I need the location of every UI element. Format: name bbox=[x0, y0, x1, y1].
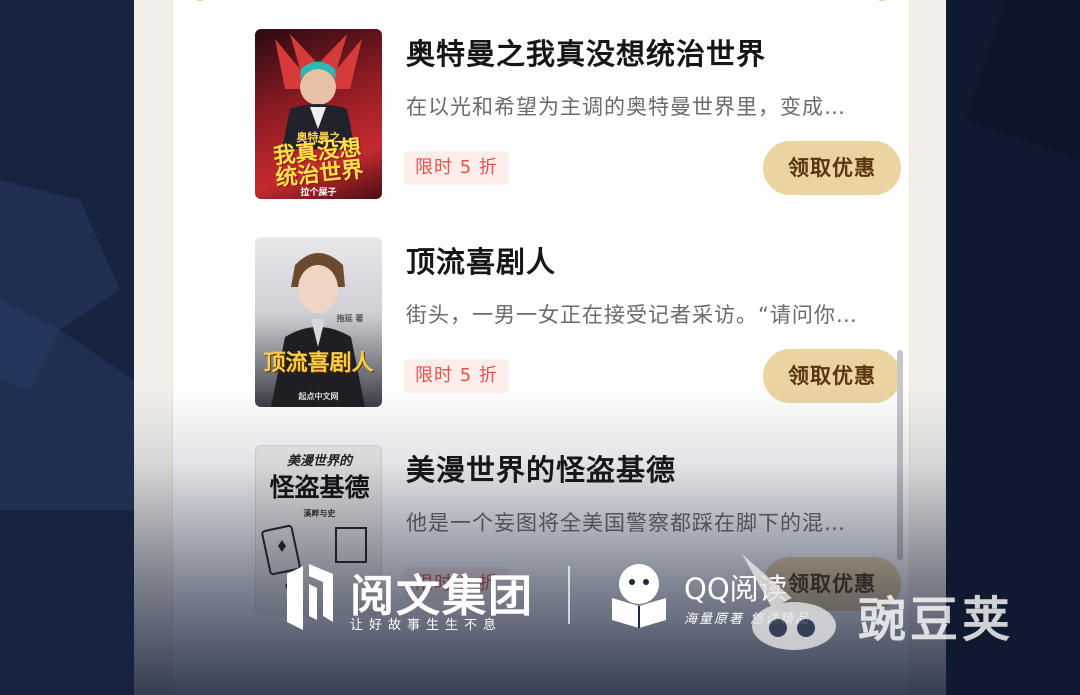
wandoujia-logo-icon bbox=[742, 554, 836, 650]
book-cover[interactable]: 顶流喜剧人 拖延 著 起点中文网 bbox=[255, 237, 382, 407]
claim-discount-button[interactable]: 领取优惠 bbox=[763, 141, 901, 195]
card-corner-decor bbox=[191, 0, 209, 1]
book-cover[interactable]: 奥特曼之 我真没想 统治世界 拉个屎子 bbox=[255, 29, 382, 199]
cover-author: 拖延 著 bbox=[336, 314, 364, 323]
yuewen-logo-icon bbox=[287, 564, 333, 630]
cover-main-text: 顶流喜剧人 bbox=[263, 351, 374, 376]
background-decor-shape bbox=[0, 180, 134, 510]
book-title[interactable]: 美漫世界的怪盗基德 bbox=[406, 447, 676, 489]
cover-author: 拉个屎子 bbox=[300, 188, 337, 198]
qq-reader-logo-icon bbox=[612, 564, 666, 628]
book-description: 街头，一男一女正在接受记者采访。“请问你… bbox=[406, 303, 858, 327]
brand-divider bbox=[568, 566, 570, 624]
cover-publisher: 起点中文网 bbox=[298, 392, 339, 401]
yuewen-slogan: 让好故事生生不息 bbox=[350, 618, 503, 633]
wandoujia-brand-name: 豌豆荚 bbox=[858, 592, 1015, 648]
book-title[interactable]: 顶流喜剧人 bbox=[406, 239, 556, 281]
book-description: 在以光和希望为主调的奥特曼世界里，变成… bbox=[406, 95, 846, 119]
discount-tag: 限时 5 折 bbox=[404, 151, 509, 185]
book-item[interactable]: 奥特曼之 我真没想 统治世界 拉个屎子 奥特曼之我真没想统治世界 在以光和希望为… bbox=[255, 29, 901, 201]
claim-discount-button[interactable]: 领取优惠 bbox=[763, 349, 901, 403]
book-item[interactable]: 顶流喜剧人 拖延 著 起点中文网 顶流喜剧人 街头，一男一女正在接受记者采访。“… bbox=[255, 237, 901, 409]
card-corner-decor bbox=[873, 0, 891, 1]
scrollbar[interactable] bbox=[897, 350, 903, 560]
book-title[interactable]: 奥特曼之我真没想统治世界 bbox=[406, 31, 766, 73]
book-description: 他是一个妄图将全美国警察都踩在脚下的混… bbox=[406, 511, 846, 535]
discount-tag: 限时 5 折 bbox=[404, 359, 509, 393]
